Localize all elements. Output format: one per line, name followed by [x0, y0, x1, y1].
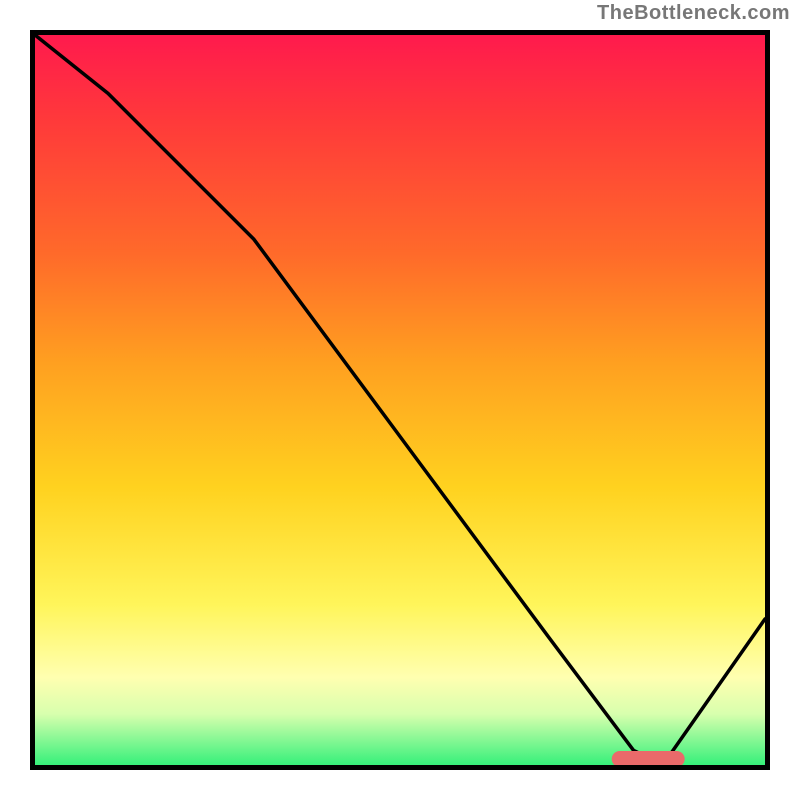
chart-frame	[30, 30, 770, 770]
optimal-range-marker	[612, 751, 685, 765]
watermark-text: TheBottleneck.com	[597, 2, 790, 25]
chart-svg-overlay	[35, 35, 765, 765]
bottleneck-curve	[35, 35, 765, 765]
